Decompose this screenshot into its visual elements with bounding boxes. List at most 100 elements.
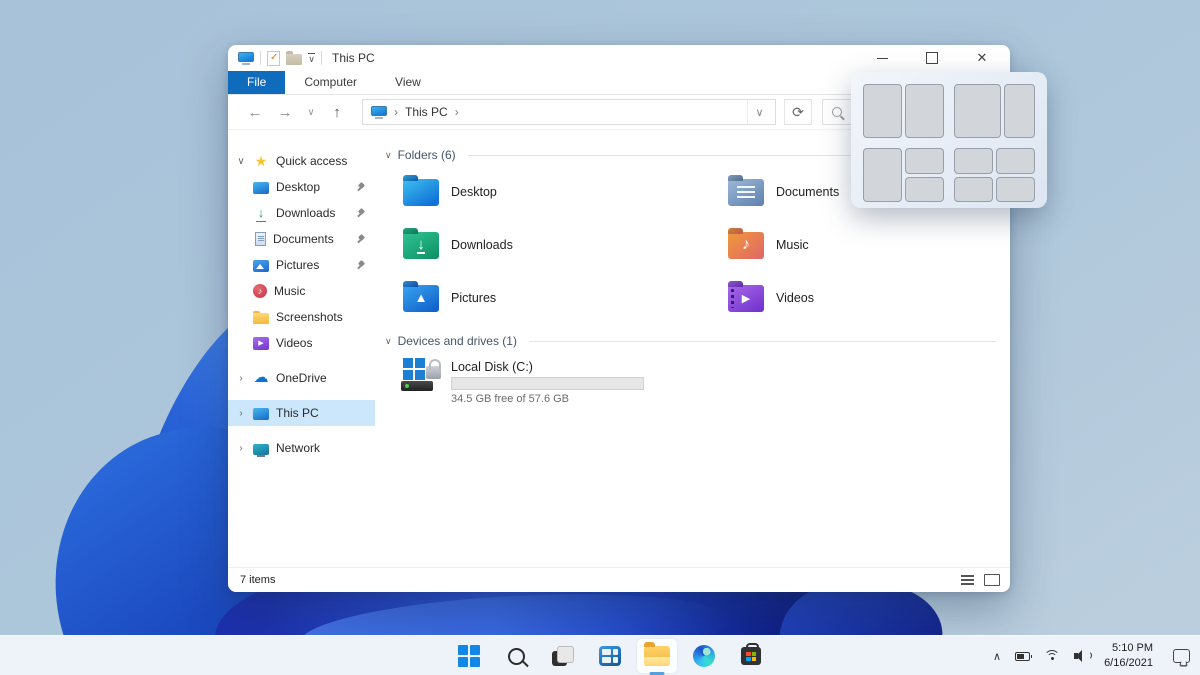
snap-layout-left-plus-stack[interactable]: [863, 148, 944, 202]
sidebar-item-downloads[interactable]: ↓ Downloads: [228, 200, 375, 226]
battery-icon[interactable]: [1015, 652, 1030, 661]
folder-tile-music[interactable]: ♪ Music: [728, 225, 996, 265]
pin-icon: [355, 208, 365, 218]
pin-icon: [355, 182, 365, 192]
chevron-down-icon: ∨: [385, 336, 392, 347]
videos-icon: ▶: [253, 337, 269, 350]
screenshots-folder-icon: [253, 313, 269, 324]
close-button[interactable]: ✕: [960, 46, 1004, 70]
properties-icon[interactable]: [267, 51, 280, 66]
chevron-right-icon[interactable]: ›: [236, 408, 246, 419]
widgets-button[interactable]: [590, 639, 630, 673]
widgets-icon: [599, 646, 621, 666]
search-icon: [508, 648, 525, 665]
sidebar-item-quick-access[interactable]: ∨ ★ Quick access: [228, 148, 375, 174]
sidebar-item-network[interactable]: › Network: [228, 435, 375, 461]
title-bar[interactable]: ∨ This PC ✕: [228, 45, 1010, 71]
customize-toolbar-icon[interactable]: ∨: [308, 53, 315, 64]
music-folder-icon: ♪: [728, 232, 764, 259]
back-icon[interactable]: ←: [242, 104, 268, 121]
maximize-button[interactable]: [910, 46, 954, 70]
sidebar-item-desktop[interactable]: Desktop: [228, 174, 375, 200]
music-icon: ♪: [253, 284, 267, 298]
pin-icon: [355, 234, 365, 244]
this-pc-icon: [238, 52, 254, 65]
sidebar: ∨ ★ Quick access Desktop ↓ Downloads Doc…: [228, 130, 375, 567]
file-explorer-button[interactable]: [637, 639, 677, 673]
this-pc-icon: [253, 408, 269, 420]
folder-tile-videos[interactable]: ▶ Videos: [728, 278, 996, 318]
drive-tile-local-disk-c[interactable]: Local Disk (C:) 34.5 GB free of 57.6 GB: [385, 358, 996, 405]
window-title: This PC: [332, 51, 375, 65]
drive-usage-bar: [451, 377, 644, 390]
snap-layout-wide-left[interactable]: [954, 84, 1035, 138]
new-folder-icon[interactable]: [286, 54, 302, 65]
minimize-button[interactable]: [860, 46, 904, 70]
drive-capacity-text: 34.5 GB free of 57.6 GB: [451, 393, 644, 405]
system-tray: ∧ 5:10 PM 6/16/2021: [993, 636, 1190, 675]
edge-button[interactable]: [684, 639, 724, 673]
large-icons-view-icon[interactable]: [984, 574, 1000, 586]
breadcrumb-this-pc[interactable]: This PC: [405, 105, 448, 119]
this-pc-icon: [371, 106, 387, 119]
taskbar: ∧ 5:10 PM 6/16/2021: [0, 635, 1200, 675]
sidebar-item-videos[interactable]: ▶ Videos: [228, 330, 375, 356]
tray-time: 5:10 PM: [1112, 642, 1153, 654]
store-button[interactable]: [731, 639, 771, 673]
clock[interactable]: 5:10 PM 6/16/2021: [1104, 641, 1153, 671]
folder-tile-pictures[interactable]: ▲ Pictures: [403, 278, 728, 318]
snap-layouts-flyout: [851, 72, 1047, 208]
downloads-folder-icon: ↓: [403, 232, 439, 259]
sidebar-item-music[interactable]: ♪ Music: [228, 278, 375, 304]
notifications-icon[interactable]: [1173, 649, 1190, 663]
tab-computer[interactable]: Computer: [285, 71, 376, 94]
task-view-button[interactable]: [543, 639, 583, 673]
address-bar[interactable]: › This PC › ∨: [362, 99, 776, 125]
store-icon: [741, 647, 761, 665]
recent-locations-icon[interactable]: ∨: [302, 107, 320, 118]
wifi-icon[interactable]: [1044, 650, 1060, 662]
sidebar-item-pictures[interactable]: Pictures: [228, 252, 375, 278]
start-button[interactable]: [449, 639, 489, 673]
chevron-right-icon[interactable]: ›: [236, 373, 246, 384]
windows-logo-icon: [458, 645, 480, 667]
downloads-icon: ↓: [253, 206, 269, 220]
search-icon: [832, 107, 842, 117]
devices-section-header[interactable]: ∨ Devices and drives (1): [385, 334, 996, 348]
snap-layout-two-equal[interactable]: [863, 84, 944, 138]
folder-tile-downloads[interactable]: ↓ Downloads: [403, 225, 728, 265]
tab-view[interactable]: View: [376, 71, 440, 94]
volume-icon[interactable]: [1074, 650, 1090, 662]
items-count: 7 items: [240, 574, 275, 586]
snap-layout-quad[interactable]: [954, 148, 1035, 202]
tab-file[interactable]: File: [228, 71, 285, 94]
breadcrumb-separator[interactable]: ›: [455, 105, 459, 119]
divider: [529, 341, 996, 342]
tray-chevron-icon[interactable]: ∧: [993, 650, 1001, 663]
chevron-down-icon[interactable]: ∨: [236, 156, 246, 167]
sidebar-item-documents[interactable]: Documents: [228, 226, 375, 252]
details-view-icon[interactable]: [961, 575, 974, 577]
onedrive-icon: ☁: [253, 371, 269, 385]
search-button[interactable]: [496, 639, 536, 673]
up-icon[interactable]: ↑: [324, 104, 350, 121]
chevron-right-icon[interactable]: ›: [236, 443, 246, 454]
documents-icon: [255, 232, 266, 246]
videos-folder-icon: ▶: [728, 285, 764, 312]
address-dropdown-icon[interactable]: ∨: [747, 100, 771, 124]
breadcrumb-separator: ›: [394, 105, 398, 119]
forward-icon[interactable]: →: [272, 104, 298, 121]
refresh-icon[interactable]: ⟳: [784, 99, 812, 125]
sidebar-item-screenshots[interactable]: Screenshots: [228, 304, 375, 330]
drive-name: Local Disk (C:): [451, 360, 644, 374]
edge-icon: [693, 645, 715, 667]
desktop-icon: [253, 182, 269, 194]
sidebar-item-onedrive[interactable]: › ☁ OneDrive: [228, 365, 375, 391]
chevron-down-icon: ∨: [385, 150, 392, 161]
folder-tile-desktop[interactable]: Desktop: [403, 172, 728, 212]
documents-folder-icon: [728, 179, 764, 206]
status-bar: 7 items: [228, 567, 1010, 592]
sidebar-item-this-pc[interactable]: › This PC: [228, 400, 375, 426]
lock-icon: [426, 366, 441, 379]
pictures-folder-icon: ▲: [403, 285, 439, 312]
